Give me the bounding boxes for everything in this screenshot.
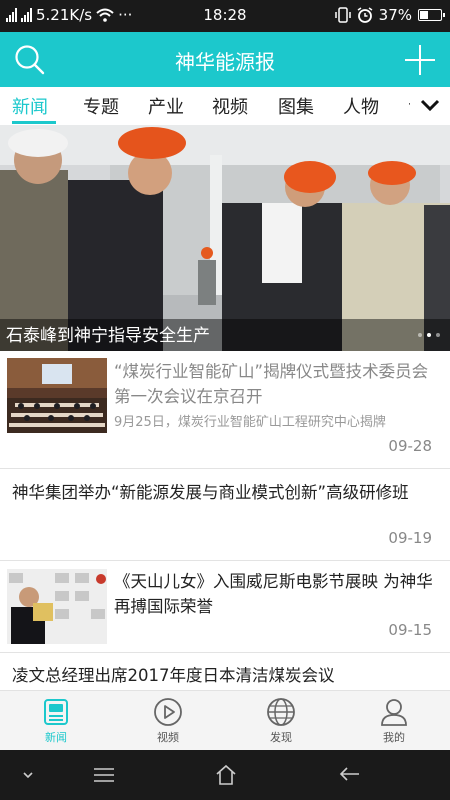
active-tab-indicator <box>12 121 56 124</box>
news-date: 09-15 <box>388 621 432 639</box>
user-icon <box>381 699 407 726</box>
news-thumbnail <box>7 569 107 644</box>
status-bar: 5.21K/s ··· 18:28 37% <box>0 0 450 32</box>
tab-news[interactable]: 新闻 <box>12 93 48 119</box>
tabs-expand-button[interactable] <box>410 87 450 125</box>
tab-industry[interactable]: 产业 <box>148 93 184 119</box>
chevron-down-icon[interactable] <box>20 764 36 786</box>
clock: 18:28 <box>203 6 247 24</box>
news-date: 09-28 <box>388 437 432 455</box>
back-icon[interactable] <box>338 764 362 786</box>
tab-gallery[interactable]: 图集 <box>278 93 314 119</box>
system-navigation-bar <box>0 750 450 800</box>
nav-profile[interactable]: 我的 <box>354 697 434 745</box>
nav-video-label: 视频 <box>157 731 179 744</box>
nav-news-label: 新闻 <box>45 731 67 744</box>
headline-banner[interactable]: 石泰峰到神宁指导安全生产 <box>0 125 450 351</box>
award-photo <box>7 569 107 644</box>
tab-video[interactable]: 视频 <box>212 93 248 119</box>
nav-video[interactable]: 视频 <box>128 697 208 745</box>
news-title: 神华集团举办“新能源发展与商业模式创新”高级研修班 <box>12 483 409 502</box>
news-date: 09-19 <box>388 529 432 547</box>
news-title: 《天山儿女》入围威尼斯电影节展映 为神华再搏国际荣誉 <box>114 572 433 616</box>
banner-photo <box>0 125 450 351</box>
news-item[interactable]: 神华集团举办“新能源发展与商业模式创新”高级研修班 09-19 <box>0 469 450 561</box>
news-item[interactable]: 《天山儿女》入围威尼斯电影节展映 为神华再搏国际荣誉 09-15 <box>0 561 450 653</box>
alarm-icon <box>357 7 373 23</box>
meeting-photo <box>7 358 107 433</box>
nav-discover[interactable]: 发现 <box>241 697 321 745</box>
bottom-nav: 新闻 视频 发现 我的 <box>0 690 450 750</box>
menu-icon[interactable] <box>92 764 116 786</box>
app-title: 神华能源报 <box>175 50 275 74</box>
news-title: “煤炭行业智能矿山”揭牌仪式暨技术委员会第一次会议在京召开 <box>114 362 429 406</box>
vibrate-icon <box>334 7 351 23</box>
play-icon <box>154 698 182 726</box>
globe-icon <box>267 698 295 726</box>
nav-profile-label: 我的 <box>383 731 405 744</box>
battery-percent: 37% <box>378 6 412 24</box>
app-header: 神华能源报 <box>0 32 450 87</box>
tab-people[interactable]: 人物 <box>343 93 379 119</box>
nav-news[interactable]: 新闻 <box>16 697 96 745</box>
news-title: 凌文总经理出席2017年度日本清洁煤炭会议 <box>12 666 335 685</box>
nav-discover-label: 发现 <box>270 731 292 744</box>
news-thumbnail <box>7 358 107 433</box>
battery-icon <box>418 9 445 21</box>
tab-topics[interactable]: 专题 <box>83 93 119 119</box>
news-summary: 9月25日，煤炭行业智能矿山工程研究中心揭牌 <box>114 415 386 430</box>
pager-dot <box>436 333 440 337</box>
home-icon[interactable] <box>214 764 238 786</box>
news-item[interactable]: “煤炭行业智能矿山”揭牌仪式暨技术委员会第一次会议在京召开 9月25日，煤炭行业… <box>0 351 450 469</box>
pager-dot-active <box>427 333 431 337</box>
pager-dot <box>418 333 422 337</box>
chevron-down-icon <box>420 99 440 112</box>
category-tabs: 新闻 专题 产业 视频 图集 人物 专 <box>0 87 450 125</box>
banner-caption: 石泰峰到神宁指导安全生产 <box>6 326 210 346</box>
banner-pager <box>418 333 440 337</box>
newspaper-icon <box>44 699 68 725</box>
plus-icon[interactable] <box>402 42 438 78</box>
